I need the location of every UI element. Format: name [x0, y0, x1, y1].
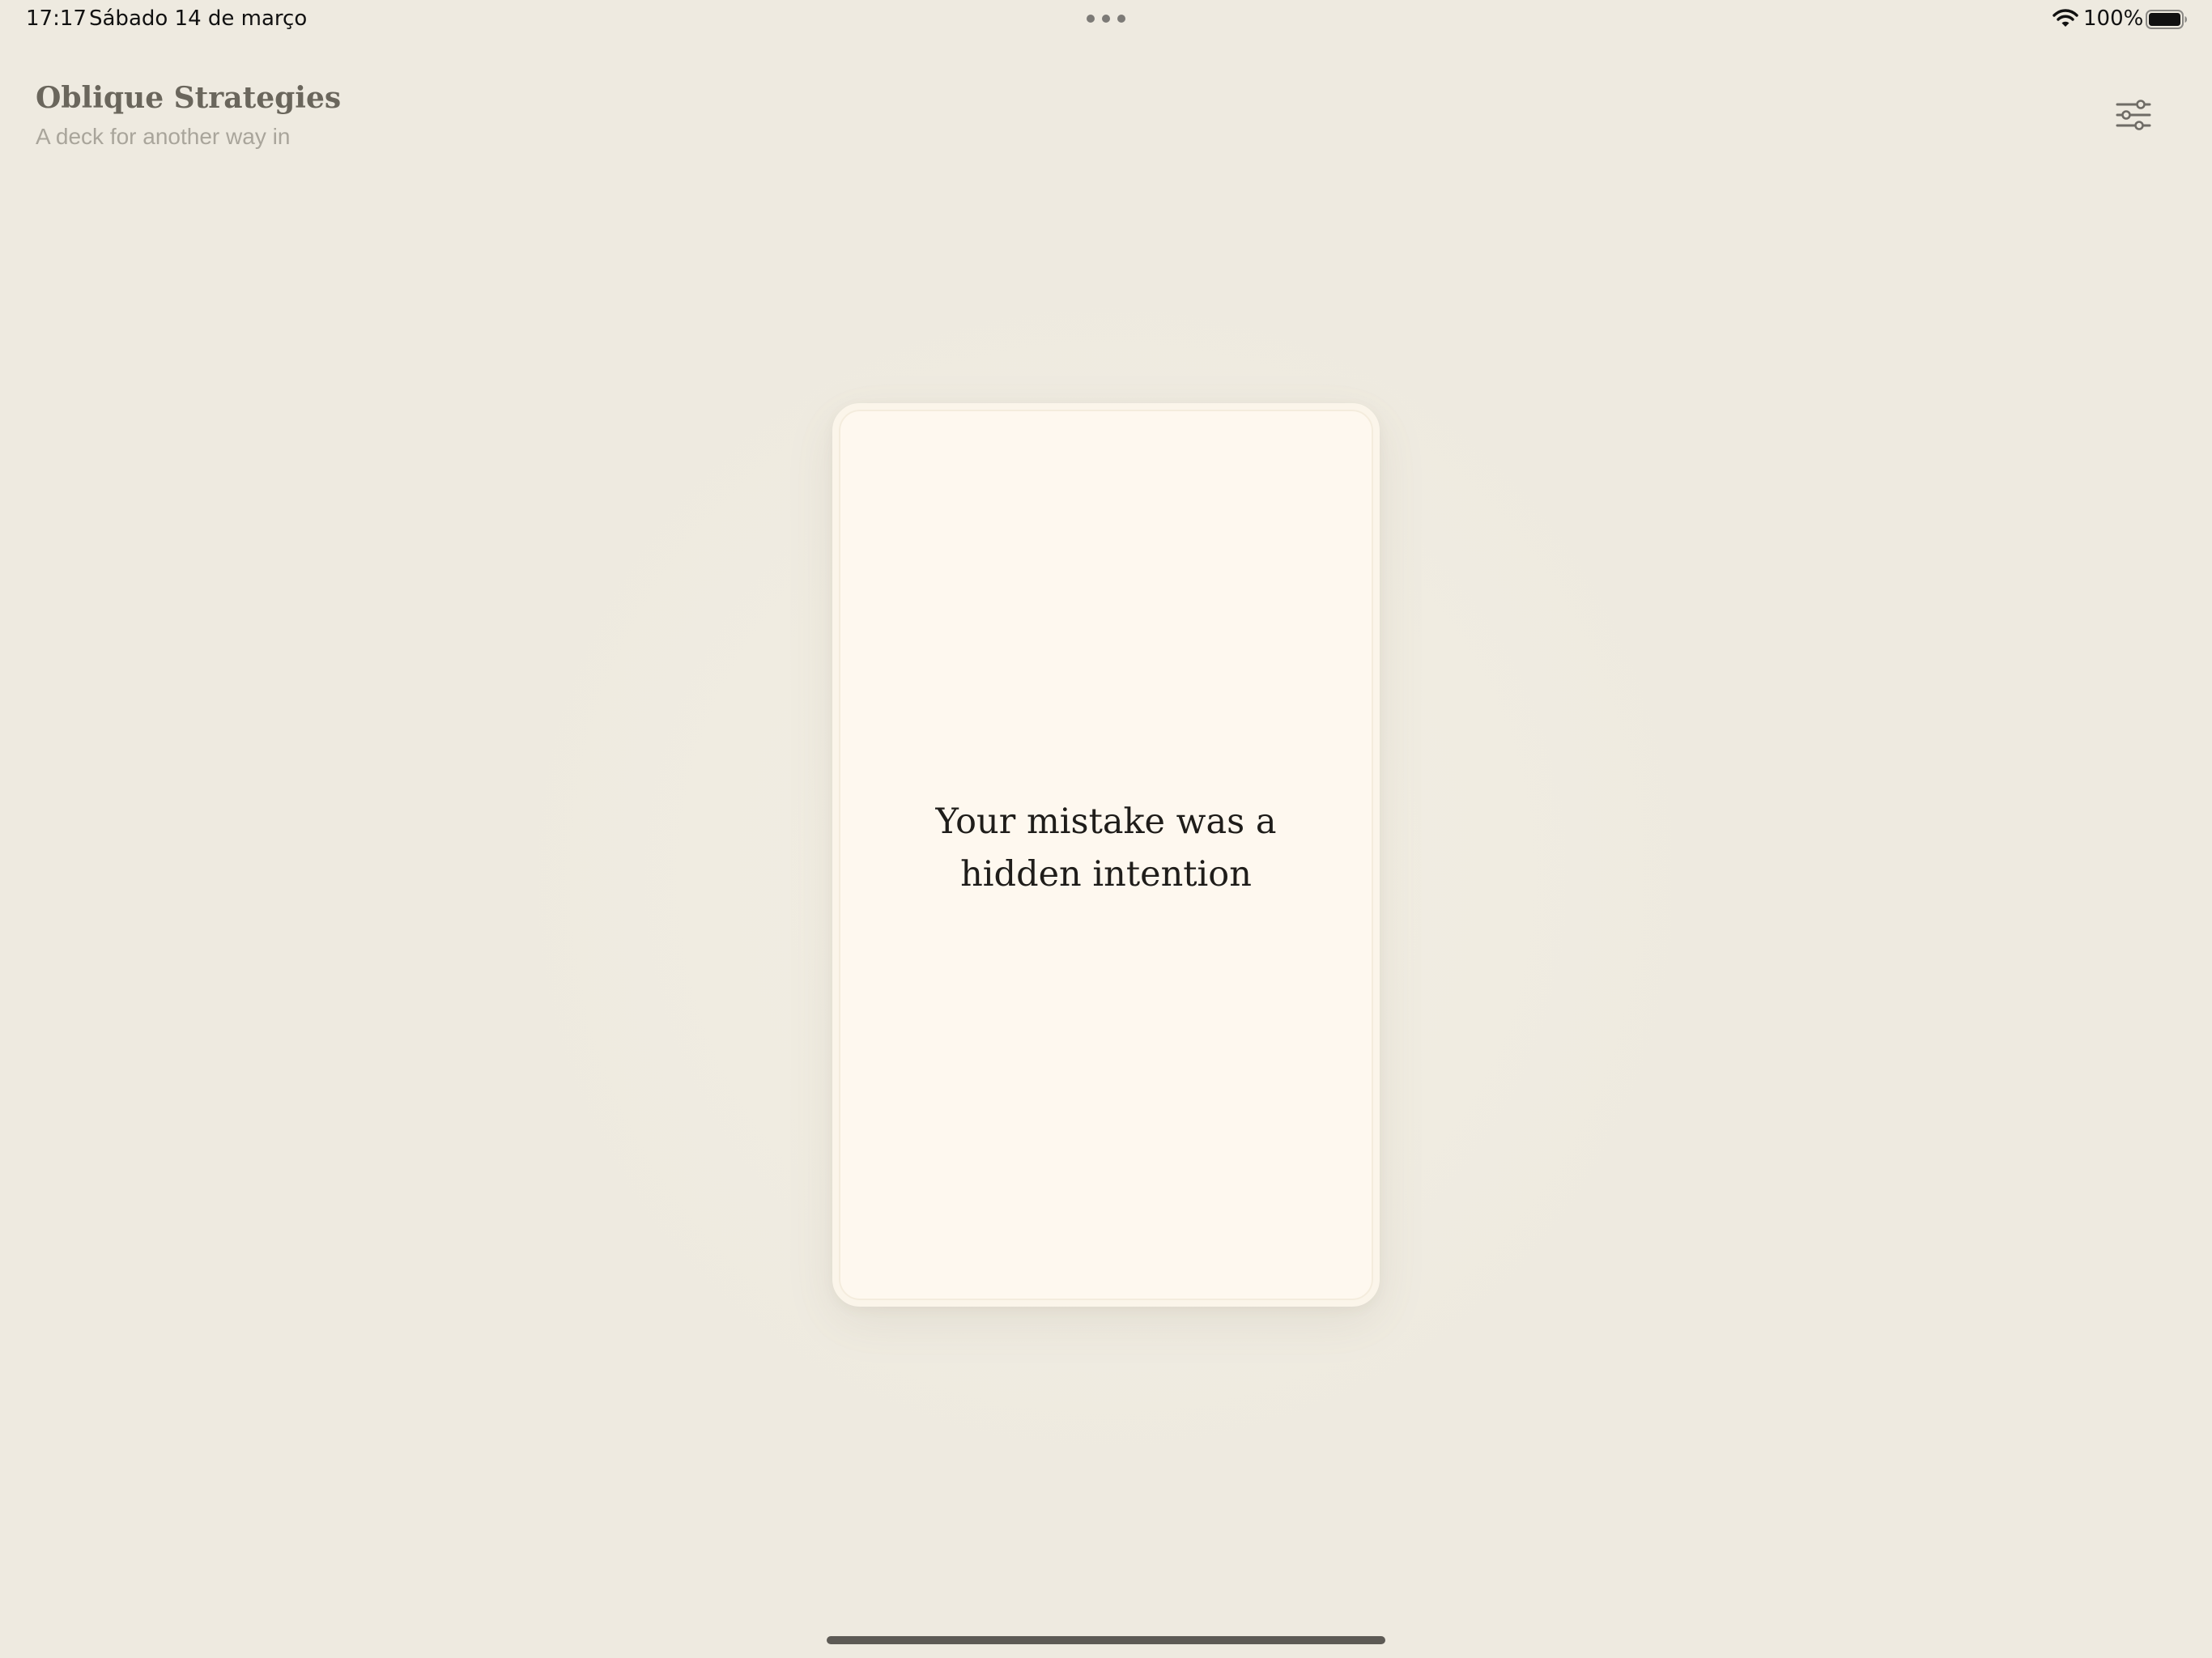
- app-subtitle: A deck for another way in: [36, 124, 291, 149]
- app-title: Oblique Strategies: [36, 81, 342, 115]
- strategy-text: Your mistake was a hidden intention: [935, 801, 1277, 895]
- multitask-dots-icon[interactable]: [1087, 15, 1125, 24]
- battery-percent: 100%: [2083, 6, 2144, 31]
- dot: [1102, 15, 1110, 23]
- dot: [1087, 15, 1095, 23]
- status-date: Sábado 14 de março: [89, 6, 308, 31]
- strategy-card[interactable]: Your mistake was a hidden intention: [832, 403, 1380, 1307]
- wifi-icon: [2052, 9, 2078, 27]
- settings-button[interactable]: [2115, 99, 2152, 131]
- battery-icon: [2146, 10, 2187, 29]
- dot: [1117, 15, 1125, 23]
- status-time: 17:17: [26, 6, 87, 31]
- sliders-icon: [2116, 100, 2151, 130]
- home-indicator[interactable]: [827, 1636, 1385, 1644]
- card-inner-border: Your mistake was a hidden intention: [839, 410, 1373, 1300]
- status-bar: 17:17 Sábado 14 de março 100%: [0, 0, 2212, 39]
